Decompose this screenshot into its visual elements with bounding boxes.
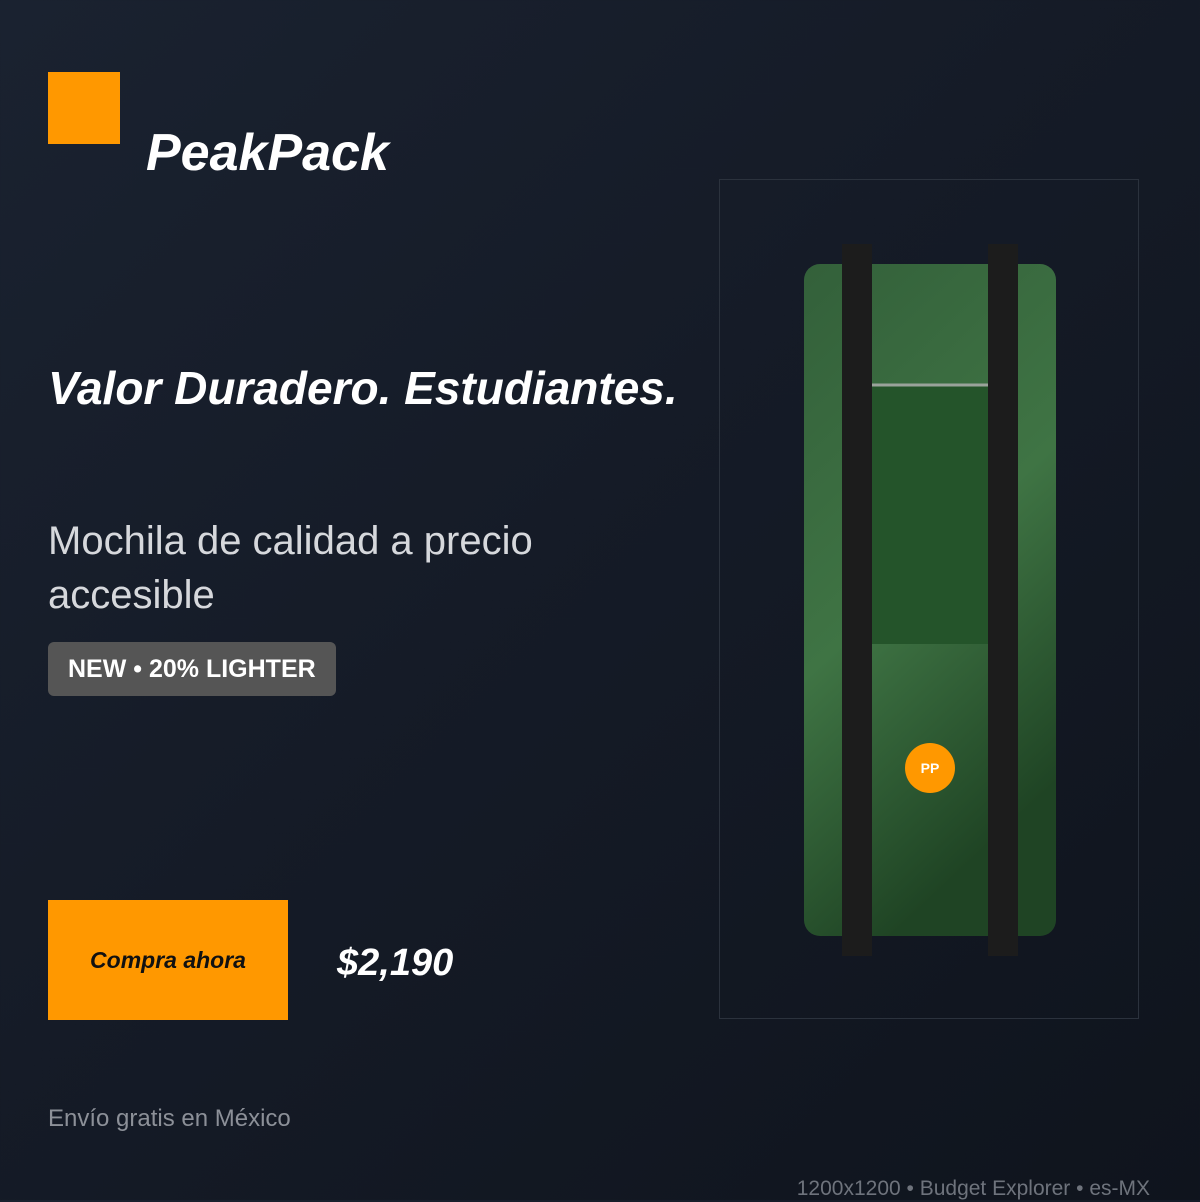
backpack-right-strap xyxy=(988,244,1018,956)
brand-logo-mark xyxy=(48,72,120,144)
brand-name: PeakPack xyxy=(146,124,389,182)
product-description: Mochila de calidad a precio accesible xyxy=(48,519,533,617)
footer-meta: 1200x1200 • Budget Explorer • es-MX xyxy=(796,1177,1150,1200)
shipping-note: Envío gratis en México xyxy=(48,1105,291,1132)
feature-badge: NEW • 20% LIGHTER xyxy=(48,642,336,696)
product-image-frame: PP xyxy=(719,179,1139,1019)
brand-emblem-text: PP xyxy=(921,760,940,776)
buy-now-button[interactable]: Compra ahora xyxy=(48,900,288,1020)
backpack-illustration: PP xyxy=(804,244,1056,956)
backpack-left-strap xyxy=(842,244,872,956)
price: $2,190 xyxy=(337,942,454,984)
headline: Valor Duradero. Estudiantes. xyxy=(48,362,678,414)
brand-emblem: PP xyxy=(905,743,955,793)
backpack-front-panel xyxy=(872,384,988,644)
